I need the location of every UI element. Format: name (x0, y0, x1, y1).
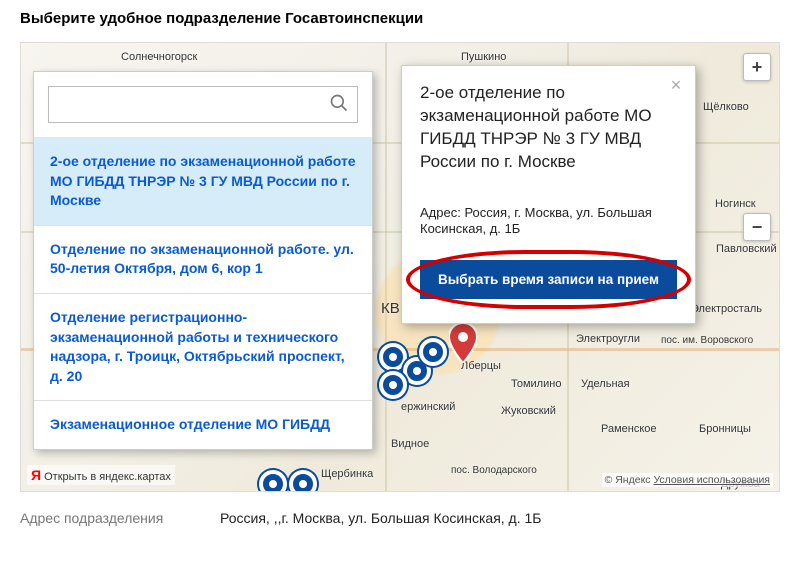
zoom-in-button[interactable]: + (743, 53, 771, 81)
map-pin[interactable] (289, 470, 317, 492)
map-road (385, 43, 387, 491)
search-input[interactable] (57, 97, 329, 113)
choose-time-button[interactable]: Выбрать время записи на прием (420, 260, 677, 299)
popup-address: Адрес: Россия, г. Москва, ул. Большая Ко… (420, 204, 677, 236)
zoom-out-button[interactable]: − (743, 213, 771, 241)
department-sidebar: 2-ое отделение по экзаменационной работе… (33, 71, 373, 450)
map-pin[interactable] (259, 470, 287, 492)
terms-link[interactable]: Условия использования (653, 474, 770, 486)
department-item[interactable]: Отделение регистрационно-экзаменационной… (34, 294, 372, 401)
page-heading: Выберите удобное подразделение Госавтоин… (20, 10, 780, 27)
popup-title: 2-ое отделение по экзаменационной работе… (420, 82, 677, 174)
map-attribution: © Яндекс Условия использования (602, 473, 773, 487)
map-pin[interactable] (419, 338, 447, 366)
search-icon[interactable] (329, 93, 349, 116)
yandex-open-label: Открыть в яндекс.картах (44, 471, 171, 483)
attribution-brand: © Яндекс (605, 474, 654, 486)
map-widget[interactable]: Солнечногорск Пушкино Щёлково Ногинск Па… (20, 42, 780, 492)
yandex-logo-icon: Я (31, 467, 41, 483)
popup-address-label: Адрес: (420, 205, 464, 220)
department-item[interactable]: Отделение по экзаменационной работе. ул.… (34, 226, 372, 294)
department-item[interactable]: Экзаменационное отделение МО ГИБДД (34, 401, 372, 449)
address-summary-value: Россия, ,,г. Москва, ул. Большая Косинск… (220, 510, 541, 526)
search-row (34, 72, 372, 138)
department-item[interactable]: 2-ое отделение по экзаменационной работе… (34, 138, 372, 226)
map-pin-selected[interactable] (449, 323, 477, 363)
map-pin[interactable] (379, 371, 407, 399)
search-box[interactable] (48, 86, 358, 123)
department-popup: × 2-ое отделение по экзаменационной рабо… (401, 65, 696, 324)
address-summary-row: Адрес подразделения Россия, ,,г. Москва,… (20, 492, 780, 526)
close-icon[interactable]: × (667, 76, 685, 94)
yandex-open-link[interactable]: Я Открыть в яндекс.картах (27, 465, 175, 485)
address-summary-label: Адрес подразделения (20, 510, 220, 526)
